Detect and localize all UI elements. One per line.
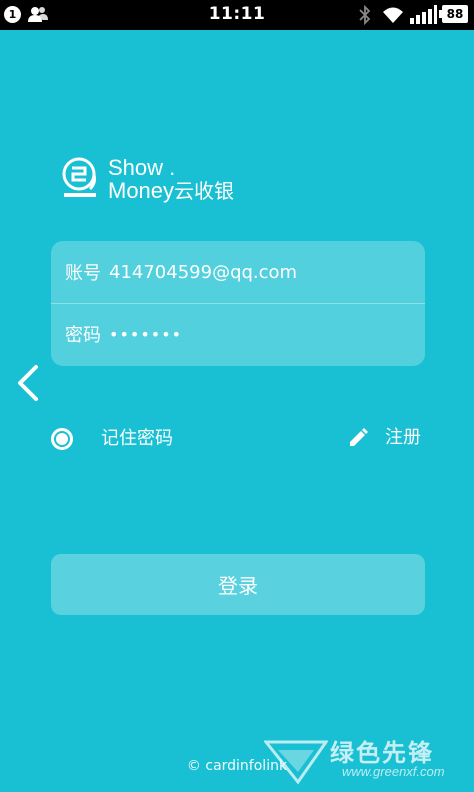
login-button[interactable]: 登录 bbox=[51, 554, 425, 615]
form-divider bbox=[51, 303, 425, 304]
signal-icon bbox=[410, 5, 437, 24]
password-input[interactable] bbox=[109, 324, 359, 344]
register-link[interactable]: 注册 bbox=[347, 426, 421, 450]
password-label: 密码 bbox=[65, 325, 101, 346]
account-label: 账号 bbox=[65, 263, 101, 284]
remember-password-label[interactable]: 记住密码 bbox=[101, 428, 173, 450]
status-bar: 1 11:11 88 bbox=[0, 0, 474, 30]
radio-dot bbox=[56, 433, 68, 445]
show-money-logo-icon bbox=[62, 157, 96, 197]
password-row: 密码 bbox=[65, 319, 415, 349]
logo-text-money-latin: Money bbox=[108, 178, 175, 203]
wifi-icon bbox=[383, 7, 403, 23]
app-screen: 1 11:11 88 Show . Money云收银 账号 414704599@… bbox=[0, 0, 474, 792]
login-form: 账号 密码 bbox=[51, 241, 425, 366]
register-label: 注册 bbox=[385, 427, 421, 448]
logo-text-money-cn: 云收银 bbox=[174, 179, 235, 203]
logo-text-money: Money云收银 bbox=[108, 178, 234, 204]
back-chevron-icon[interactable] bbox=[16, 365, 40, 401]
battery-icon: 88 bbox=[439, 5, 468, 23]
account-row: 账号 bbox=[65, 257, 415, 287]
copyright-text: © cardinfolink bbox=[186, 758, 288, 774]
pencil-icon bbox=[350, 428, 368, 446]
remember-password-radio[interactable] bbox=[51, 428, 73, 450]
bluetooth-icon bbox=[359, 5, 371, 25]
account-input[interactable] bbox=[109, 261, 359, 283]
